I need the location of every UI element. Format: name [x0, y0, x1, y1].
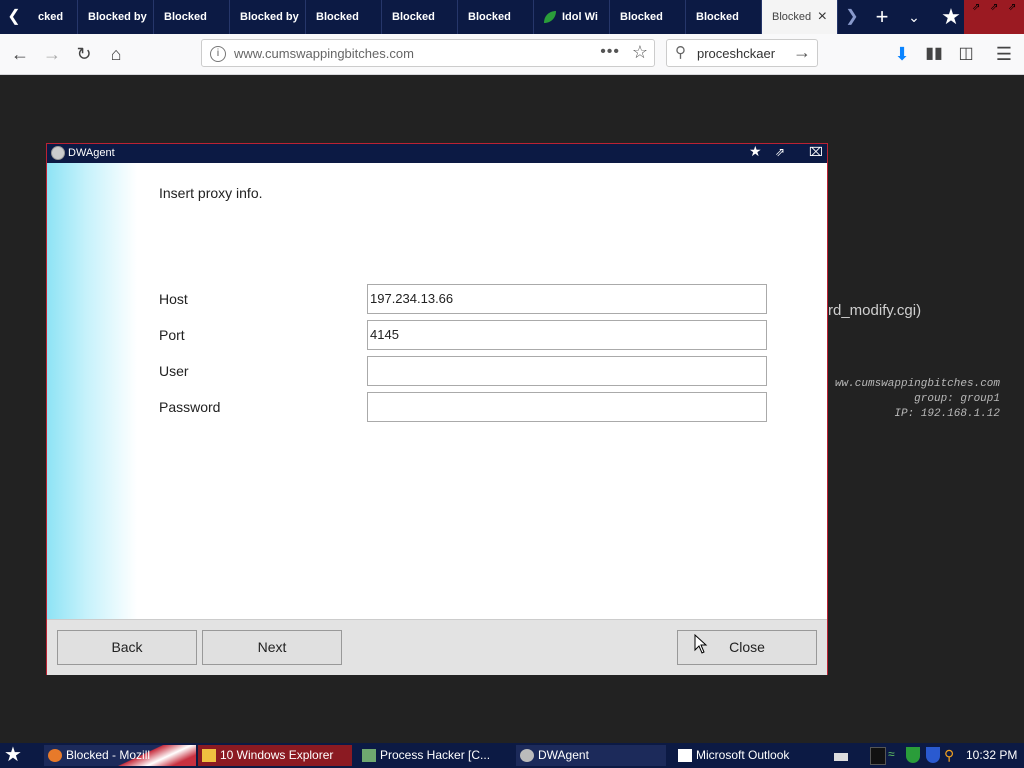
close-tab-icon[interactable]: × [818, 0, 827, 34]
bookmark-star-icon[interactable]: ☆ [632, 42, 648, 63]
page-actions-icon[interactable]: ••• [600, 43, 620, 61]
new-tab-icon[interactable]: + [868, 0, 896, 34]
tab-9[interactable]: Blocked [610, 0, 686, 34]
library-icon[interactable]: ▮▮ [920, 40, 948, 68]
keyboard-icon[interactable] [834, 753, 848, 761]
star-icon[interactable]: ★ [749, 143, 762, 160]
back-button[interactable]: Back [57, 630, 197, 665]
tab-10[interactable]: Blocked [686, 0, 762, 34]
downloads-icon[interactable]: ⬇ [888, 40, 916, 68]
minimize-icon[interactable]: ⇗ [972, 2, 980, 13]
shield-icon[interactable] [906, 747, 920, 763]
star-logo-icon: ★ [941, 4, 961, 29]
sidebar-icon[interactable]: ◫ [952, 40, 980, 68]
maximize-icon[interactable]: ⇗ [990, 2, 998, 13]
next-button[interactable]: Next [202, 630, 342, 665]
window-controls: ⇗ ⇗ ⇗ [964, 0, 1024, 34]
user-label: User [159, 363, 189, 379]
tab-8[interactable]: Idol Wi [534, 0, 610, 34]
taskbar-item-firefox[interactable]: Blocked - Mozill [44, 745, 196, 766]
scroll-tabs-left-icon[interactable]: ❮ [0, 0, 28, 34]
dialog-footer: Back Next Close [47, 619, 827, 675]
security-shield-icon[interactable] [926, 747, 940, 763]
folder-icon [202, 749, 216, 762]
close-window-icon[interactable]: ⇗ [1008, 2, 1016, 13]
page-text-cgi: rd_modify.cgi) [828, 302, 922, 319]
page-text-domain: ww.cumswappingbitches.com [834, 378, 1000, 390]
tab-6[interactable]: Blocked [382, 0, 458, 34]
tab-7[interactable]: Blocked [458, 0, 534, 34]
forward-arrow-icon[interactable]: → [38, 40, 66, 68]
taskbar-item-dwagent[interactable]: DWAgent [516, 745, 666, 766]
nav-toolbar: ← → ↻ ⌂ i www.cumswappingbitches.com •••… [0, 34, 1024, 75]
tab-active[interactable]: Blocked × [762, 0, 838, 34]
host-field[interactable]: 197.234.13.66 [367, 284, 767, 314]
tab-5[interactable]: Blocked [306, 0, 382, 34]
mouse-cursor-icon [694, 634, 708, 654]
clock[interactable]: 10:32 PM [966, 743, 1017, 768]
search-text: proceshckaer [697, 46, 776, 61]
taskbar-item-outlook[interactable]: Microsoft Outlook [674, 745, 824, 766]
reload-icon[interactable]: ↻ [70, 40, 98, 68]
url-text: www.cumswappingbitches.com [234, 46, 414, 61]
dialog-prompt: Insert proxy info. [159, 185, 263, 201]
user-field[interactable] [367, 356, 767, 386]
dialog-body: Insert proxy info. Host 197.234.13.66 Po… [47, 163, 827, 619]
gear-icon [520, 749, 534, 762]
network-icon[interactable]: ≈ [888, 747, 902, 763]
outlook-icon [678, 749, 692, 762]
tab-list-chevron-icon[interactable]: ⌄ [900, 0, 928, 34]
page-text-ip: IP: 192.168.1.12 [894, 408, 1000, 420]
gear-icon [51, 146, 65, 160]
firefox-icon [48, 749, 62, 762]
menu-hamburger-icon[interactable]: ☰ [990, 40, 1018, 68]
search-input[interactable]: ⚲ proceshckaer → [666, 39, 818, 67]
back-arrow-icon[interactable]: ← [6, 40, 34, 68]
search-icon: ⚲ [675, 44, 686, 61]
leaf-icon [544, 11, 556, 23]
address-bar[interactable]: i www.cumswappingbitches.com ••• ☆ [201, 39, 655, 67]
dialog-title: DWAgent [68, 147, 115, 159]
home-icon[interactable]: ⌂ [102, 40, 130, 68]
port-field[interactable]: 4145 [367, 320, 767, 350]
host-label: Host [159, 291, 188, 307]
taskbar-item-process-hacker[interactable]: Process Hacker [C... [358, 745, 508, 766]
search-tray-icon[interactable]: ⚲ [944, 747, 958, 763]
close-icon[interactable]: ⌧ [809, 145, 823, 159]
tab-3[interactable]: Blocked [154, 0, 230, 34]
restore-icon[interactable]: ⇗ [775, 145, 785, 159]
dwagent-dialog: DWAgent ★ ⇗ ⌧ Insert proxy info. Host 19… [46, 143, 828, 675]
dialog-titlebar[interactable]: DWAgent ★ ⇗ ⌧ [47, 143, 827, 163]
process-hacker-icon [362, 749, 376, 762]
tab-1[interactable]: cked [28, 0, 78, 34]
scroll-tabs-right-icon[interactable]: ❯ [840, 0, 864, 34]
port-label: Port [159, 327, 185, 343]
password-label: Password [159, 399, 221, 415]
taskbar-item-explorer[interactable]: 10 Windows Explorer [198, 745, 352, 766]
tab-strip: ❮ cked Blocked by Blocked Blocked by Blo… [0, 0, 1024, 34]
tab-2[interactable]: Blocked by [78, 0, 154, 34]
start-star-icon[interactable]: ★ [4, 743, 22, 768]
password-field[interactable] [367, 392, 767, 422]
terminal-icon[interactable] [870, 747, 886, 765]
info-icon[interactable]: i [210, 46, 226, 62]
taskbar: ★ Blocked - Mozill 10 Windows Explorer P… [0, 743, 1024, 768]
tab-4[interactable]: Blocked by [230, 0, 306, 34]
page-text-group: group: group1 [914, 393, 1000, 405]
search-go-icon[interactable]: → [793, 42, 811, 63]
